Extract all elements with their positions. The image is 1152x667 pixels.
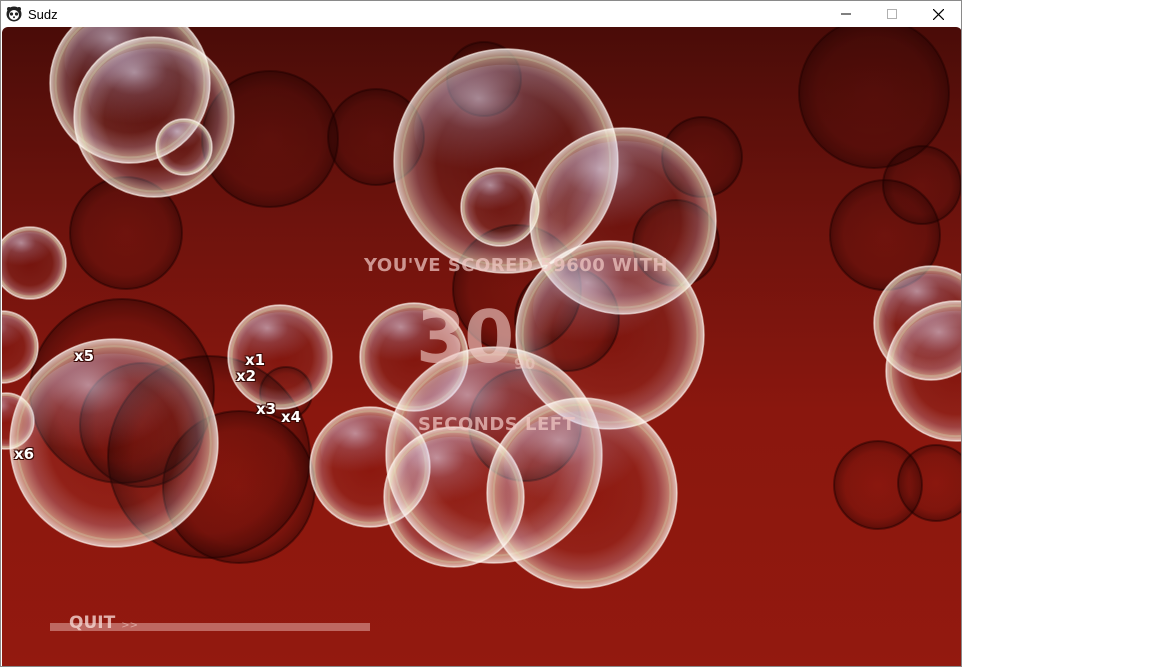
maximize-button[interactable] — [869, 1, 915, 27]
time-left-counter: 30 — [416, 295, 514, 379]
close-icon — [932, 8, 944, 20]
quit-label: QUIT — [69, 613, 116, 633]
multiplier-badge: x6 — [14, 445, 35, 463]
raccoon-app-icon[interactable] — [6, 6, 22, 22]
soap-bubble[interactable] — [73, 36, 235, 198]
soap-bubble[interactable] — [227, 304, 333, 410]
window-controls — [823, 1, 961, 27]
window-title: Sudz — [28, 6, 58, 22]
app-window: Sudz YOU'VE SCORED 59600 WITH 30 90 SECO… — [0, 0, 962, 667]
minimize-icon — [841, 13, 851, 15]
soap-bubble[interactable] — [2, 226, 67, 300]
soap-bubble[interactable] — [897, 444, 962, 522]
multiplier-badge: x5 — [74, 347, 95, 365]
quit-arrow-icon: >> — [121, 620, 138, 631]
quit-button[interactable]: QUIT >> — [69, 613, 138, 633]
soap-bubble[interactable] — [9, 338, 219, 548]
time-total: 90 — [514, 355, 536, 373]
close-button[interactable] — [915, 1, 961, 27]
title-bar[interactable]: Sudz — [1, 1, 961, 27]
multiplier-badge: x3 — [256, 400, 277, 418]
multiplier-badge: x4 — [281, 408, 302, 426]
multiplier-badge: x2 — [236, 367, 257, 385]
seconds-left-label: SECONDS LEFT — [418, 414, 576, 435]
minimize-button[interactable] — [823, 1, 869, 27]
soap-bubble[interactable] — [460, 167, 540, 247]
score-summary: YOU'VE SCORED 59600 WITH — [364, 255, 668, 276]
game-board[interactable]: YOU'VE SCORED 59600 WITH 30 90 SECONDS L… — [2, 27, 962, 666]
soap-bubble[interactable] — [155, 118, 213, 176]
maximize-icon — [887, 9, 897, 19]
